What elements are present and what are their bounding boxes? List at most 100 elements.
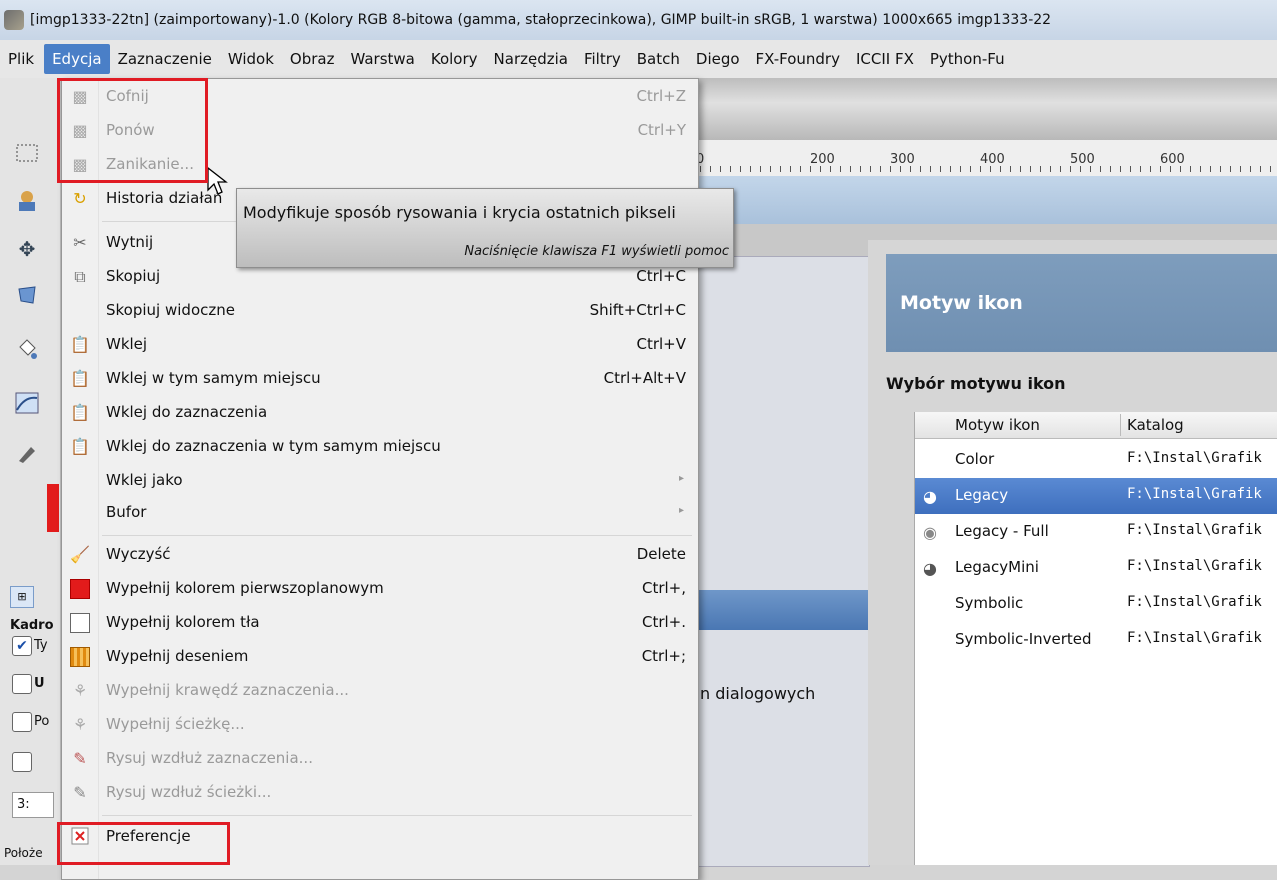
- canvas-header-bar: [690, 176, 1277, 224]
- menu-item-paste-as[interactable]: Wklej jako ▸: [62, 465, 698, 497]
- menu-item-fill-path[interactable]: ⚘ Wypełnij ścieżkę...: [62, 709, 698, 741]
- menu-item-fill-selection-outline[interactable]: ⚘ Wypełnij krawędź zaznaczenia...: [62, 675, 698, 707]
- menu-filtry[interactable]: Filtry: [576, 44, 629, 74]
- theme-path: F:\Instal\Grafik: [1127, 450, 1262, 466]
- checkbox[interactable]: [12, 752, 32, 772]
- preferences-nav-selected-item[interactable]: [690, 590, 868, 630]
- paste-into-icon: 📋: [70, 403, 90, 422]
- history-icon: ↻: [73, 189, 87, 208]
- clipboard-icon: 📋: [70, 369, 90, 388]
- rect-select-icon[interactable]: [12, 138, 42, 168]
- menu-item-clear[interactable]: 🧹 Wyczyść Delete: [62, 539, 698, 571]
- wilber-icon: ◕: [923, 487, 937, 506]
- menu-item-accel: Ctrl+V: [636, 335, 686, 353]
- smudge-tool-icon[interactable]: [12, 438, 42, 468]
- checkbox-checked[interactable]: ✔: [12, 636, 32, 656]
- column-header-theme[interactable]: Motyw ikon: [955, 416, 1040, 434]
- menu-item-accel: Ctrl+Alt+V: [603, 369, 686, 387]
- menu-narzedzia[interactable]: Narzędzia: [486, 44, 576, 74]
- menu-item-label: Historia działań: [106, 189, 223, 207]
- theme-path: F:\Instal\Grafik: [1127, 558, 1262, 574]
- dock-label-po: Po: [34, 714, 50, 729]
- column-divider: [1120, 414, 1121, 436]
- gimp-app-icon: [4, 10, 24, 30]
- menu-item-accel: Ctrl+,: [641, 579, 686, 597]
- table-header-row: Motyw ikon Katalog: [915, 412, 1277, 439]
- ruler-tick: 600: [1160, 152, 1185, 167]
- table-row[interactable]: Color F:\Instal\Grafik: [915, 442, 1277, 478]
- icon-theme-header: Motyw ikon: [886, 254, 1277, 352]
- transform-tool-icon[interactable]: [12, 280, 42, 310]
- menu-plik[interactable]: Plik: [0, 44, 42, 74]
- menu-item-paste[interactable]: 📋 Wklej Ctrl+V: [62, 329, 698, 361]
- menu-item-stroke-selection[interactable]: ✎ Rysuj wzdłuż zaznaczenia...: [62, 743, 698, 775]
- menu-item-label: Skopiuj widoczne: [106, 301, 235, 319]
- table-row[interactable]: ◕ LegacyMini F:\Instal\Grafik: [915, 550, 1277, 586]
- fg-color-swatch-icon: [70, 579, 90, 599]
- stroke-path-icon: ✎: [73, 783, 87, 802]
- fill-selection-icon: ⚘: [72, 681, 88, 700]
- checkbox[interactable]: [12, 712, 32, 732]
- submenu-arrow-icon: ▸: [678, 505, 684, 516]
- menu-warstwa[interactable]: Warstwa: [342, 44, 422, 74]
- menu-kolory[interactable]: Kolory: [423, 44, 486, 74]
- menu-widok[interactable]: Widok: [220, 44, 282, 74]
- clipboard-icon: 📋: [70, 335, 90, 354]
- menu-batch[interactable]: Batch: [629, 44, 688, 74]
- tab-icon[interactable]: ⊞: [10, 586, 34, 608]
- menu-item-copy-visible[interactable]: Skopiuj widoczne Shift+Ctrl+C: [62, 295, 698, 327]
- menu-python-fu[interactable]: Python-Fu: [922, 44, 1013, 74]
- menu-iccii-fx[interactable]: ICCII FX: [848, 44, 922, 74]
- menu-item-label: Wklej jako: [106, 471, 183, 489]
- scissors-icon: ✂: [73, 233, 87, 252]
- menu-item-stroke-path[interactable]: ✎ Rysuj wzdłuż ścieżki...: [62, 777, 698, 809]
- menu-item-paste-into-in-place[interactable]: 📋 Wklej do zaznaczenia w tym samym miejs…: [62, 431, 698, 463]
- clone-tool-icon[interactable]: [12, 186, 42, 216]
- menu-item-label: Wypełnij kolorem pierwszoplanowym: [106, 579, 384, 597]
- checkbox[interactable]: [12, 674, 32, 694]
- menu-item-accel: Shift+Ctrl+C: [589, 301, 686, 319]
- preferences-nav-item-dialogs[interactable]: n dialogowych: [700, 684, 815, 703]
- ruler-tick: 400: [980, 152, 1005, 167]
- menu-diego[interactable]: Diego: [688, 44, 748, 74]
- fill-path-icon: ⚘: [72, 715, 88, 734]
- table-row-selected[interactable]: ◕ Legacy F:\Instal\Grafik: [915, 478, 1277, 514]
- menu-item-paste-into[interactable]: 📋 Wklej do zaznaczenia: [62, 397, 698, 429]
- table-row[interactable]: Symbolic F:\Instal\Grafik: [915, 586, 1277, 622]
- menu-zaznaczenie[interactable]: Zaznaczenie: [110, 44, 220, 74]
- bucket-fill-icon[interactable]: [12, 334, 42, 364]
- menu-item-accel: Ctrl+Z: [636, 87, 686, 105]
- annotation-highlight-undo-group: [57, 78, 208, 183]
- theme-name: Color: [955, 450, 995, 468]
- ratio-field[interactable]: 3:: [12, 792, 54, 818]
- wilber-icon: ◕: [923, 559, 937, 578]
- menu-item-fill-bg[interactable]: Wypełnij kolorem tła Ctrl+.: [62, 607, 698, 639]
- menu-item-label: Wklej do zaznaczenia w tym samym miejscu: [106, 437, 441, 455]
- menu-fx-foundry[interactable]: FX-Foundry: [748, 44, 848, 74]
- menu-item-fill-fg[interactable]: Wypełnij kolorem pierwszoplanowym Ctrl+,: [62, 573, 698, 605]
- curves-tool-icon[interactable]: [12, 388, 42, 418]
- theme-path: F:\Instal\Grafik: [1127, 486, 1262, 502]
- theme-path: F:\Instal\Grafik: [1127, 630, 1262, 646]
- menu-item-accel: Ctrl+C: [636, 267, 686, 285]
- menu-separator: [102, 815, 692, 816]
- column-header-folder[interactable]: Katalog: [1127, 416, 1184, 434]
- menu-item-label: Wklej w tym samym miejscu: [106, 369, 321, 387]
- menu-item-fill-pattern[interactable]: Wypełnij deseniem Ctrl+;: [62, 641, 698, 673]
- tooltip: Modyfikuje sposób rysowania i krycia ost…: [236, 188, 734, 268]
- move-tool-icon[interactable]: ✥: [12, 234, 42, 264]
- menu-edycja[interactable]: Edycja: [44, 44, 110, 74]
- menu-item-paste-in-place[interactable]: 📋 Wklej w tym samym miejscu Ctrl+Alt+V: [62, 363, 698, 395]
- tool-options-dock: ⊞ Kadro ✔ Ty U Po 3: Położe: [0, 580, 60, 865]
- preferences-nav-panel: [690, 256, 870, 867]
- table-row[interactable]: ◉ Legacy - Full F:\Instal\Grafik: [915, 514, 1277, 550]
- menu-item-buffer[interactable]: Bufor ▸: [62, 497, 698, 529]
- menu-bar: Plik Edycja Zaznaczenie Widok Obraz Wars…: [0, 40, 1277, 79]
- table-row[interactable]: Symbolic-Inverted F:\Instal\Grafik: [915, 622, 1277, 658]
- theme-name: LegacyMini: [955, 558, 1039, 576]
- icon-theme-section-title: Wybór motywu ikon: [886, 374, 1066, 393]
- foreground-color-swatch[interactable]: [47, 484, 59, 532]
- tooltip-hint: Naciśnięcie klawisza F1 wyświetli pomoc: [464, 244, 729, 259]
- menu-obraz[interactable]: Obraz: [282, 44, 343, 74]
- dock-label-ty: Ty: [34, 638, 48, 653]
